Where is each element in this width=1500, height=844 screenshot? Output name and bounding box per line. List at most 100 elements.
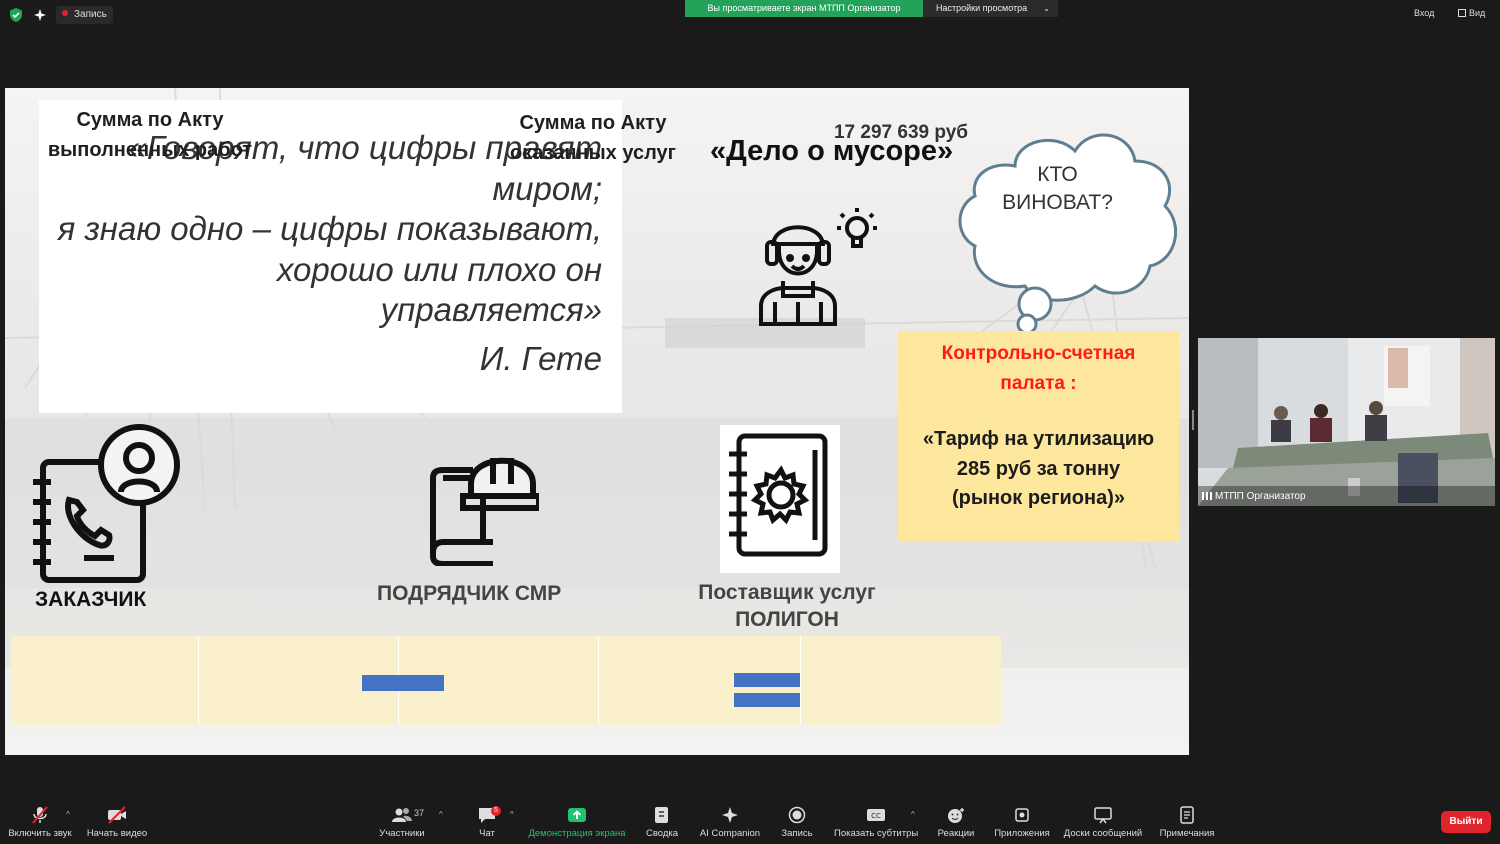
camera-off-icon bbox=[108, 806, 126, 824]
works-act-line: выполненных работ bbox=[47, 139, 253, 161]
whiteboards-label: Доски сообщений bbox=[1063, 828, 1143, 839]
cloud-line: ВИНОВАТ? bbox=[1002, 191, 1113, 214]
grid-icon bbox=[1458, 9, 1466, 17]
cloud-text: КТО ВИНОВАТ? bbox=[995, 161, 1120, 217]
participants-label: Участники bbox=[379, 828, 425, 839]
participant-name: МТПП Организатор bbox=[1215, 491, 1306, 502]
ai-companion-sparkle-icon bbox=[722, 807, 738, 823]
signal-bars-icon bbox=[1202, 492, 1212, 500]
total-sum: 17 297 639 руб bbox=[833, 122, 969, 143]
microphone-muted-icon bbox=[32, 806, 48, 824]
chat-label: Чат bbox=[479, 828, 495, 839]
reactions-smiley-icon bbox=[948, 808, 964, 823]
view-label: Вид bbox=[1469, 8, 1486, 18]
audit-chamber-box: Контрольно-счетная палата : «Тариф на ут… bbox=[898, 331, 1179, 542]
start-video-button[interactable]: Начать видео bbox=[84, 800, 150, 844]
contractor-label: ПОДРЯДЧИК СМР bbox=[377, 582, 562, 605]
share-screen-button[interactable]: Демонстрация экрана bbox=[528, 800, 626, 844]
quote-line: я знаю одно – цифры показывают, bbox=[57, 210, 602, 247]
notes-label: Примечания bbox=[1159, 828, 1215, 839]
view-settings-label: Настройки просмотра bbox=[936, 3, 1028, 13]
recording-label: Запись bbox=[74, 9, 107, 20]
supplier-label: Поставщик услуг ПОЛИГОН bbox=[677, 579, 897, 633]
view-settings-button[interactable]: Настройки просмотра ⌄ bbox=[923, 0, 1058, 17]
audio-options-caret-icon[interactable]: ^ bbox=[66, 810, 70, 819]
chat-unread-badge: 5 bbox=[491, 806, 501, 816]
chat-options-caret-icon[interactable]: ^ bbox=[510, 810, 514, 819]
top-bar: Запись Вы просматриваете экран МТПП Орга… bbox=[0, 0, 1500, 30]
reactions-button[interactable]: Реакции bbox=[934, 800, 978, 844]
svg-text:CC: CC bbox=[871, 812, 881, 820]
contact-book-icon bbox=[33, 424, 180, 583]
recording-dot-icon bbox=[62, 10, 68, 16]
audit-title-line: палата : bbox=[1000, 373, 1077, 394]
exit-fullscreen-button[interactable]: Вход bbox=[1414, 8, 1434, 18]
minus-sign bbox=[362, 675, 444, 691]
tariff-line: 285 руб за тонну bbox=[956, 457, 1121, 480]
participants-icon bbox=[392, 808, 412, 822]
works-act-line: Сумма по Акту bbox=[76, 109, 224, 131]
share-screen-icon bbox=[568, 808, 586, 822]
whiteboards-button[interactable]: Доски сообщений bbox=[1061, 800, 1145, 844]
services-act-line: оказанных услуг bbox=[510, 142, 676, 164]
zoom-window: Запись Вы просматриваете экран МТПП Орга… bbox=[0, 0, 1500, 844]
cloud-line: КТО bbox=[1037, 163, 1078, 186]
services-act-sum: Сумма по Акту оказанных услуг bbox=[493, 108, 693, 168]
ai-companion-label: AI Companion bbox=[699, 828, 761, 839]
panel-splitter-handle[interactable] bbox=[1192, 410, 1194, 430]
record-button[interactable]: Запись bbox=[778, 800, 816, 844]
reactions-label: Реакции bbox=[937, 828, 975, 839]
recording-indicator[interactable]: Запись bbox=[56, 6, 113, 24]
unmute-button[interactable]: Включить звук bbox=[6, 800, 74, 844]
participant-video[interactable] bbox=[1198, 338, 1495, 506]
ai-companion-button[interactable]: AI Companion bbox=[698, 800, 762, 844]
participants-count: 37 bbox=[414, 808, 425, 818]
apps-label: Приложения bbox=[994, 828, 1050, 839]
ai-sparkle-icon[interactable] bbox=[32, 7, 48, 23]
apps-button[interactable]: Приложения bbox=[992, 800, 1052, 844]
meeting-toolbar: Включить звук ^ Начать видео Участники 3… bbox=[0, 800, 1500, 844]
share-screen-label: Демонстрация экрана bbox=[528, 828, 626, 839]
whiteboard-icon bbox=[1094, 807, 1112, 824]
notes-icon bbox=[1180, 806, 1194, 824]
unmute-label: Включить звук bbox=[8, 828, 72, 839]
participants-options-caret-icon[interactable]: ^ bbox=[439, 810, 443, 819]
captions-button[interactable]: CC Показать субтитры bbox=[834, 800, 918, 844]
quote-line: управляется» bbox=[380, 291, 602, 328]
chevron-down-icon: ⌄ bbox=[1043, 4, 1050, 13]
sum-table bbox=[11, 636, 1001, 725]
closed-captions-icon: CC bbox=[867, 809, 885, 821]
supplier-line: Поставщик услуг bbox=[698, 581, 876, 604]
summary-label: Сводка bbox=[645, 828, 679, 839]
tariff-line: «Тариф на утилизацию bbox=[922, 428, 1155, 450]
cloud-callout bbox=[958, 133, 1178, 335]
tariff-line: (рынок региона)» bbox=[952, 487, 1125, 509]
record-label: Запись bbox=[781, 828, 813, 839]
apps-icon bbox=[1015, 808, 1029, 822]
summary-icon bbox=[655, 807, 668, 823]
table-cell bbox=[11, 636, 199, 725]
captions-label: Показать субтитры bbox=[834, 828, 919, 839]
participants-button[interactable]: Участники bbox=[374, 800, 430, 844]
quote-line: хорошо или плохо он bbox=[276, 250, 602, 288]
notes-button[interactable]: Примечания bbox=[1157, 800, 1217, 844]
works-act-sum: Сумма по Акту выполненных работ bbox=[25, 105, 275, 165]
shield-icon[interactable] bbox=[8, 7, 24, 23]
shared-slide: «Говорят, что цифры правят миром; я знаю… bbox=[5, 88, 1189, 755]
helmet-book-icon bbox=[430, 457, 539, 566]
customer-label: ЗАКАЗЧИК bbox=[35, 588, 147, 611]
leave-meeting-button[interactable]: Выйти bbox=[1441, 811, 1491, 833]
summary-button[interactable]: Сводка bbox=[640, 800, 684, 844]
supplier-line: ПОЛИГОН bbox=[735, 608, 839, 631]
quote-line: миром; bbox=[492, 169, 602, 207]
view-button[interactable]: Вид bbox=[1458, 8, 1485, 18]
record-icon bbox=[788, 806, 806, 824]
equals-sign-top bbox=[734, 673, 800, 687]
quote-author: И. Гете bbox=[479, 340, 602, 377]
worker-idea-icon bbox=[759, 208, 877, 326]
services-act-line: Сумма по Акту bbox=[519, 112, 667, 134]
equals-sign-bottom bbox=[734, 693, 800, 707]
gear-notebook-icon bbox=[729, 433, 828, 557]
start-video-label: Начать видео bbox=[86, 828, 148, 839]
captions-options-caret-icon[interactable]: ^ bbox=[911, 810, 915, 819]
